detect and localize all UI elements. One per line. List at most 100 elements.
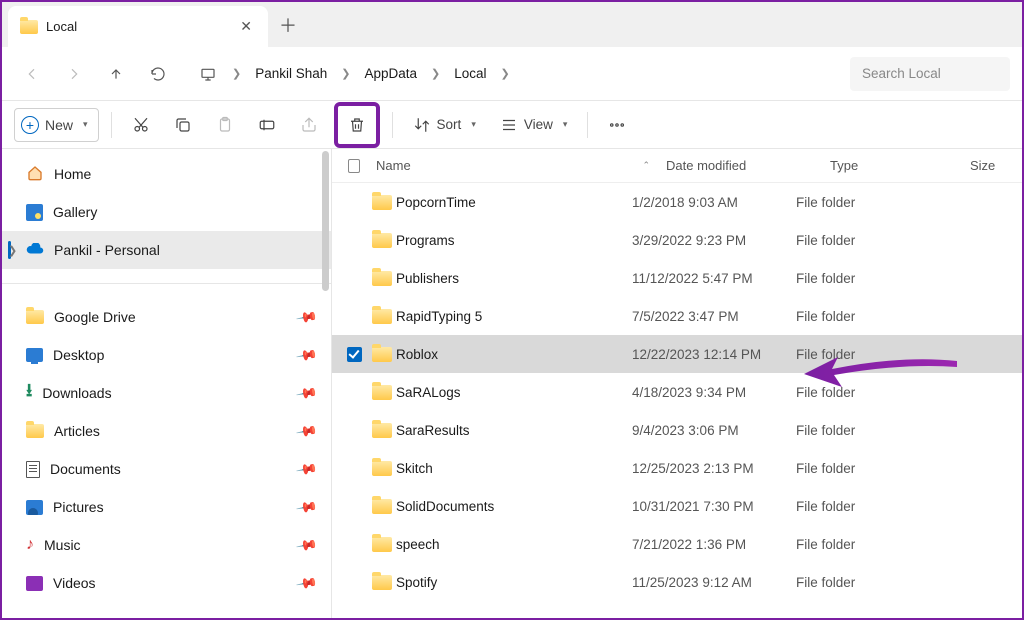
sidebar-item-label: Documents <box>50 461 121 477</box>
new-tab-button[interactable]: ＋ <box>268 2 308 47</box>
file-row[interactable]: Publishers11/12/2022 5:47 PMFile folder <box>332 259 1022 297</box>
sidebar-item-articles[interactable]: Articles📌 <box>2 412 331 450</box>
pc-icon[interactable] <box>190 56 226 92</box>
gallery-icon <box>26 204 43 221</box>
row-checkbox[interactable] <box>340 347 368 362</box>
crumb-0[interactable]: Pankil Shah <box>247 60 335 87</box>
sidebar-item-label: Google Drive <box>54 309 136 325</box>
paste-button[interactable] <box>208 108 242 142</box>
file-row[interactable]: Spotify11/25/2023 9:12 AMFile folder <box>332 563 1022 601</box>
body: Home Gallery ❯Pankil - Personal Google Dri… <box>2 149 1022 618</box>
delete-button[interactable] <box>340 108 374 142</box>
file-row[interactable]: SaRALogs4/18/2023 9:34 PMFile folder <box>332 373 1022 411</box>
folder-icon <box>372 423 392 438</box>
sidebar-item-label: Home <box>54 166 91 182</box>
back-button[interactable] <box>14 56 50 92</box>
search-placeholder: Search Local <box>862 66 941 81</box>
search-input[interactable]: Search Local <box>850 57 1010 91</box>
copy-button[interactable] <box>166 108 200 142</box>
file-type: File folder <box>796 271 936 286</box>
sort-label: Sort <box>437 117 462 132</box>
chevron-right-icon[interactable]: ❯ <box>230 67 243 80</box>
header-size[interactable]: Size <box>962 158 1022 173</box>
sidebar-item-google-drive[interactable]: Google Drive 📌 <box>2 298 331 336</box>
tab-title: Local <box>46 19 228 34</box>
sidebar-item-downloads[interactable]: ⭳ Downloads 📌 <box>2 374 331 412</box>
separator <box>392 112 393 138</box>
desktop-icon <box>26 348 43 362</box>
scrollbar-thumb[interactable] <box>322 151 329 291</box>
home-icon <box>26 165 44 184</box>
file-row[interactable]: PopcornTime1/2/2018 9:03 AMFile folder <box>332 183 1022 221</box>
header-name[interactable]: Name⌃ <box>368 158 658 173</box>
file-row[interactable]: Roblox12/22/2023 12:14 PMFile folder <box>332 335 1022 373</box>
chevron-right-icon[interactable]: ❯ <box>499 67 512 80</box>
sidebar-item-home[interactable]: Home <box>2 155 331 193</box>
file-date: 7/21/2022 1:36 PM <box>632 537 796 552</box>
chevron-down-icon: ▾ <box>83 119 88 130</box>
new-button[interactable]: + New ▾ <box>14 108 99 142</box>
rename-button[interactable] <box>250 108 284 142</box>
pin-icon: 📌 <box>294 495 318 519</box>
header-date[interactable]: Date modified <box>658 158 822 173</box>
file-date: 11/12/2022 5:47 PM <box>632 271 796 286</box>
sidebar-item-videos[interactable]: Videos📌 <box>2 564 331 602</box>
pin-icon: 📌 <box>294 381 318 405</box>
sidebar-item-label: Downloads <box>42 385 111 401</box>
divider <box>2 283 331 284</box>
view-button[interactable]: View ▾ <box>492 108 576 142</box>
close-icon[interactable]: ✕ <box>236 14 256 39</box>
file-list: Name⌃ Date modified Type Size PopcornTim… <box>332 149 1022 618</box>
sidebar-item-pictures[interactable]: Pictures📌 <box>2 488 331 526</box>
music-icon: ♪ <box>26 536 34 554</box>
more-button[interactable] <box>600 108 634 142</box>
sidebar-item-music[interactable]: ♪Music📌 <box>2 526 331 564</box>
crumb-2[interactable]: Local <box>446 60 494 87</box>
folder-icon <box>20 20 38 34</box>
file-name: Roblox <box>396 347 632 362</box>
file-row[interactable]: SolidDocuments10/31/2021 7:30 PMFile fol… <box>332 487 1022 525</box>
file-row[interactable]: Skitch12/25/2023 2:13 PMFile folder <box>332 449 1022 487</box>
sidebar-item-pankil---personal[interactable]: ❯Pankil - Personal <box>2 231 331 269</box>
file-type: File folder <box>796 499 936 514</box>
sidebar-item-gallery[interactable]: Gallery <box>2 193 331 231</box>
folder-icon <box>372 385 392 400</box>
refresh-button[interactable] <box>140 56 176 92</box>
file-row[interactable]: speech7/21/2022 1:36 PMFile folder <box>332 525 1022 563</box>
video-icon <box>26 576 43 591</box>
file-row[interactable]: Programs3/29/2022 9:23 PMFile folder <box>332 221 1022 259</box>
download-icon: ⭳ <box>26 378 32 408</box>
view-label: View <box>524 117 553 132</box>
sidebar-item-label: Gallery <box>53 204 97 220</box>
file-type: File folder <box>796 461 936 476</box>
file-name: Spotify <box>396 575 632 590</box>
cut-button[interactable] <box>124 108 158 142</box>
chevron-down-icon: ▾ <box>563 119 568 130</box>
sidebar-item-desktop[interactable]: Desktop📌 <box>2 336 331 374</box>
file-row[interactable]: RapidTyping 57/5/2022 3:47 PMFile folder <box>332 297 1022 335</box>
share-button[interactable] <box>292 108 326 142</box>
pin-icon: 📌 <box>294 305 318 329</box>
chevron-right-icon[interactable]: ❯ <box>8 244 17 257</box>
file-type: File folder <box>796 233 936 248</box>
file-date: 11/25/2023 9:12 AM <box>632 575 796 590</box>
header-type[interactable]: Type <box>822 158 962 173</box>
up-button[interactable] <box>98 56 134 92</box>
sidebar-item-documents[interactable]: Documents📌 <box>2 450 331 488</box>
select-all-checkbox[interactable] <box>348 159 360 173</box>
pin-icon: 📌 <box>294 571 318 595</box>
folder-icon <box>372 575 392 590</box>
file-row[interactable]: SaraResults9/4/2023 3:06 PMFile folder <box>332 411 1022 449</box>
file-date: 4/18/2023 9:34 PM <box>632 385 796 400</box>
forward-button[interactable] <box>56 56 92 92</box>
chevron-right-icon[interactable]: ❯ <box>429 67 442 80</box>
crumb-1[interactable]: AppData <box>357 60 426 87</box>
file-type: File folder <box>796 537 936 552</box>
toolbar: + New ▾ Sort ▾ View ▾ <box>2 101 1022 149</box>
separator <box>587 112 588 138</box>
sort-button[interactable]: Sort ▾ <box>405 108 484 142</box>
file-type: File folder <box>796 423 936 438</box>
file-name: PopcornTime <box>396 195 632 210</box>
chevron-right-icon[interactable]: ❯ <box>339 67 352 80</box>
tab-local[interactable]: Local ✕ <box>8 6 268 47</box>
